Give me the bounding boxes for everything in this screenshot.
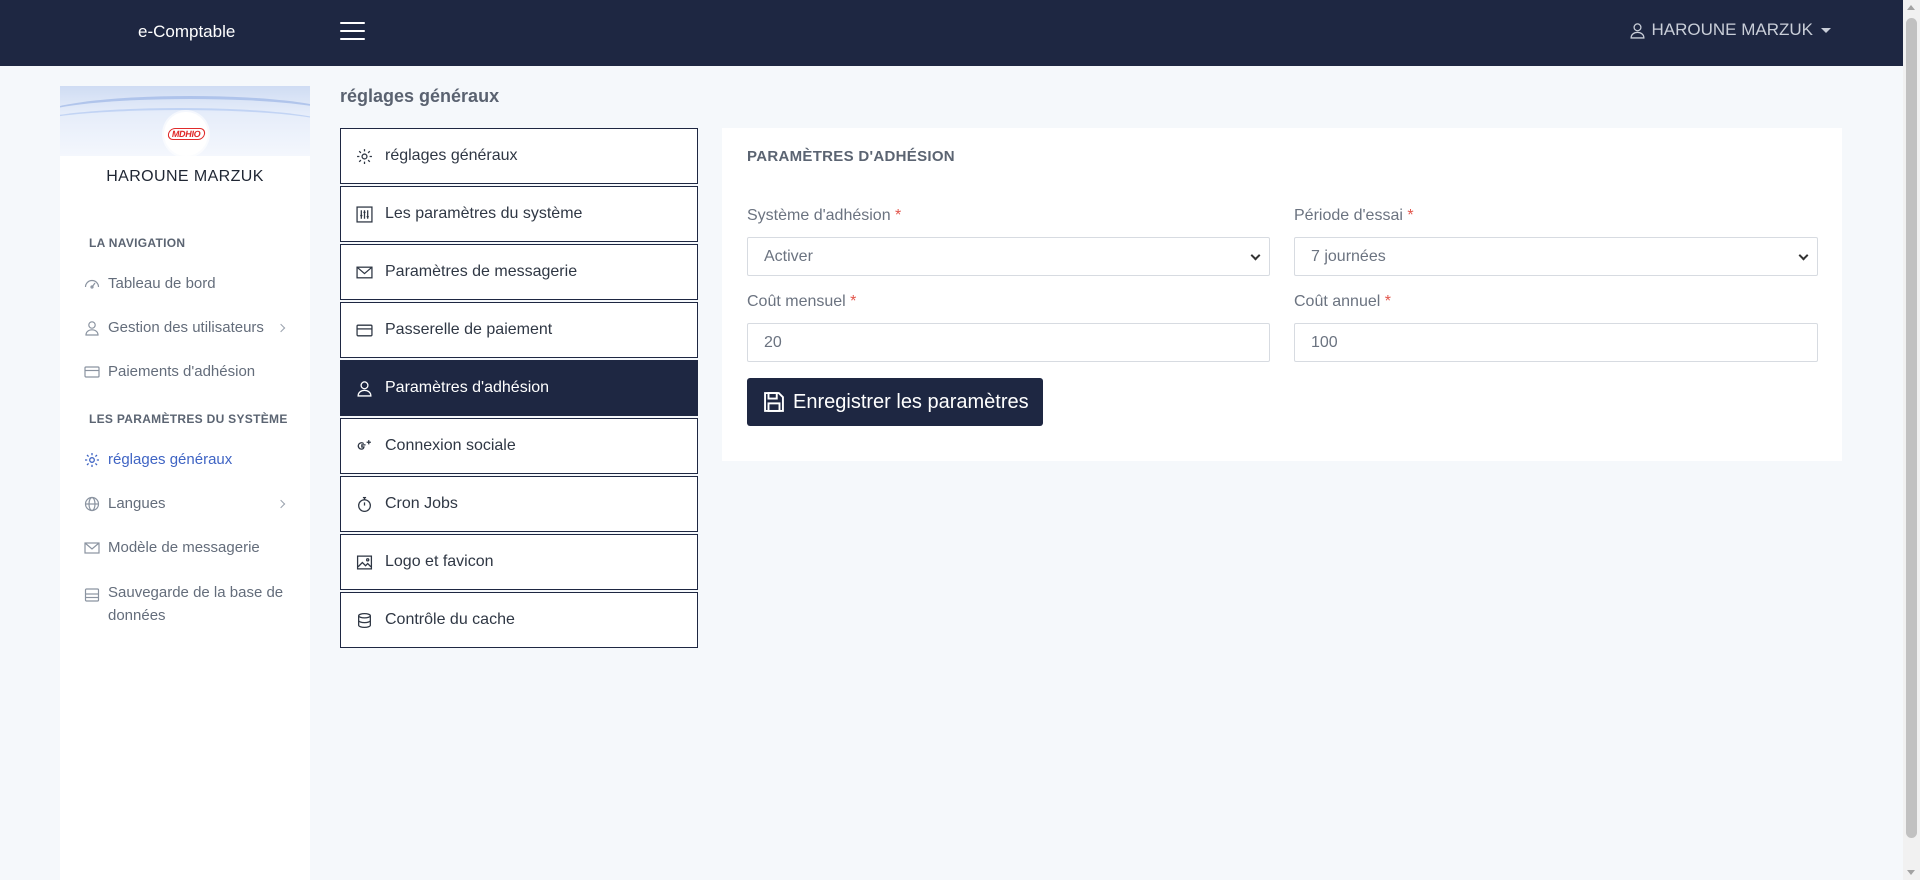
- sidebar-item-label: réglages généraux: [108, 451, 233, 468]
- sidebar-item-label: Modèle de messagerie: [108, 539, 260, 556]
- gear-icon: [357, 148, 372, 164]
- dashboard-icon: [84, 279, 100, 289]
- credit-card-icon: [84, 366, 100, 378]
- sidebar-item-label: Langues: [108, 495, 166, 512]
- required-mark: *: [850, 293, 857, 310]
- database-backup-icon: [84, 588, 100, 602]
- settings-tab-general[interactable]: réglages généraux: [340, 128, 698, 184]
- sidebar-item-membership-payments[interactable]: Paiements d'adhésion: [60, 363, 310, 380]
- settings-tab-label: Contrôle du cache: [385, 611, 515, 628]
- profile-name: HAROUNE MARZUK: [106, 168, 264, 185]
- page-scrollbar[interactable]: [1903, 0, 1920, 880]
- sidebar-item-general-settings[interactable]: réglages généraux: [60, 451, 310, 468]
- chevron-right-icon: [276, 499, 286, 509]
- user-menu-dropdown[interactable]: HAROUNE MARZUK: [1629, 20, 1831, 40]
- sidebar-profile-banner: MDHIO: [60, 86, 310, 156]
- company-logo: MDHIO: [164, 112, 208, 156]
- settings-tab-label: Cron Jobs: [385, 495, 458, 512]
- top-navbar: e-Comptable HAROUNE MARZUK: [0, 0, 1903, 66]
- page-title: réglages généraux: [340, 86, 500, 106]
- sidebar-item-label: Sauvegarde de la base de données: [108, 584, 284, 624]
- sidebar: MDHIO HAROUNE MARZUK LA NAVIGATION Table…: [60, 86, 310, 880]
- input-value: 100: [1311, 333, 1338, 351]
- card-title: PARAMÈTRES D'ADHÉSION: [747, 148, 955, 165]
- membership-system-label: Système d'adhésion *: [747, 207, 902, 224]
- selected-value: Activer: [764, 247, 813, 265]
- required-mark: *: [1384, 293, 1391, 310]
- gear-icon: [85, 453, 99, 467]
- monthly-cost-input[interactable]: 20: [747, 323, 1270, 362]
- sidebar-item-label: Tableau de bord: [108, 275, 216, 292]
- settings-tab-label: Paramètres d'adhésion: [385, 379, 550, 396]
- image-icon: [356, 554, 373, 570]
- user-icon: [357, 380, 372, 397]
- envelope-icon: [356, 266, 373, 278]
- scroll-up-arrow-icon[interactable]: [1907, 5, 1915, 10]
- settings-tab-system[interactable]: Les paramètres du système: [340, 186, 698, 242]
- settings-tab-label: Paramètres de messagerie: [385, 263, 578, 280]
- nav-section-title: LES PARAMÈTRES DU SYSTÈME: [89, 412, 288, 426]
- floppy-disk-icon: [764, 392, 784, 412]
- settings-tab-label: Logo et favicon: [385, 553, 494, 570]
- settings-tab-label: Passerelle de paiement: [385, 321, 553, 338]
- settings-tab-cron-jobs[interactable]: Cron Jobs: [340, 476, 698, 532]
- settings-tab-label: Connexion sociale: [385, 437, 516, 454]
- settings-tab-cache-control[interactable]: Contrôle du cache: [340, 592, 698, 648]
- trial-period-select[interactable]: 7 journées: [1294, 237, 1818, 276]
- stopwatch-icon: [358, 496, 371, 512]
- credit-card-icon: [356, 324, 373, 336]
- chevron-down-icon: [1798, 250, 1809, 261]
- monthly-cost-label: Coût mensuel *: [747, 293, 857, 310]
- membership-system-select[interactable]: Activer: [747, 237, 1270, 276]
- user-icon: [1630, 22, 1645, 39]
- settings-tab-membership[interactable]: Paramètres d'adhésion: [340, 360, 698, 416]
- settings-tab-logo-favicon[interactable]: Logo et favicon: [340, 534, 698, 590]
- settings-tab-payment-gateway[interactable]: Passerelle de paiement: [340, 302, 698, 358]
- save-button-label: Enregistrer les paramètres: [793, 390, 1029, 413]
- globe-icon: [84, 496, 100, 512]
- nav-section-title: LA NAVIGATION: [89, 236, 186, 250]
- sidebar-item-dashboard[interactable]: Tableau de bord: [60, 275, 310, 292]
- selected-value: 7 journées: [1311, 247, 1386, 265]
- sidebar-item-database-backup[interactable]: Sauvegarde de la base de données: [60, 581, 290, 627]
- sidebar-item-label: Gestion des utilisateurs: [108, 319, 264, 336]
- settings-tab-label: réglages généraux: [385, 147, 518, 164]
- required-mark: *: [895, 207, 902, 224]
- settings-tab-email[interactable]: Paramètres de messagerie: [340, 244, 698, 300]
- membership-settings-card: PARAMÈTRES D'ADHÉSION Système d'adhésion…: [722, 128, 1842, 461]
- chevron-right-icon: [276, 323, 286, 333]
- sidebar-item-users[interactable]: Gestion des utilisateurs: [60, 319, 310, 336]
- user-name: HAROUNE MARZUK: [1651, 20, 1813, 39]
- sliders-icon: [356, 205, 373, 223]
- envelope-icon: [84, 542, 100, 554]
- chevron-down-icon: [1250, 250, 1261, 261]
- brand-name[interactable]: e-Comptable: [138, 22, 235, 42]
- logo-mark: MDHIO: [166, 128, 206, 140]
- scrollbar-thumb[interactable]: [1906, 18, 1917, 838]
- scroll-down-arrow-icon[interactable]: [1907, 870, 1915, 875]
- sidebar-item-languages[interactable]: Langues: [60, 495, 310, 512]
- settings-tab-social-login[interactable]: Connexion sociale: [340, 418, 698, 474]
- settings-menu: réglages généraux Les paramètres du syst…: [340, 128, 698, 650]
- annual-cost-label: Coût annuel *: [1294, 293, 1391, 310]
- trial-period-label: Période d'essai *: [1294, 207, 1414, 224]
- user-icon: [85, 321, 99, 336]
- save-settings-button[interactable]: Enregistrer les paramètres: [747, 378, 1043, 426]
- menu-toggle-icon[interactable]: [340, 22, 365, 42]
- caret-down-icon: [1821, 27, 1831, 33]
- required-mark: *: [1407, 207, 1414, 224]
- input-value: 20: [764, 333, 782, 351]
- google-plus-icon: [357, 439, 371, 450]
- sidebar-item-email-template[interactable]: Modèle de messagerie: [60, 539, 310, 556]
- settings-tab-label: Les paramètres du système: [385, 205, 583, 222]
- sidebar-item-label: Paiements d'adhésion: [108, 363, 256, 380]
- database-icon: [358, 612, 371, 628]
- annual-cost-input[interactable]: 100: [1294, 323, 1818, 362]
